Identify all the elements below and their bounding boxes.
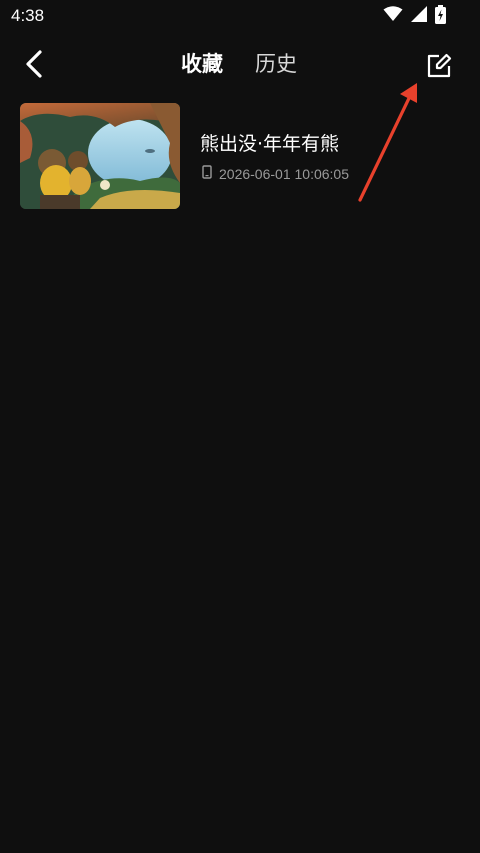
battery-charging-icon: [435, 4, 446, 28]
edit-button[interactable]: [426, 53, 452, 79]
signal-icon: [411, 6, 427, 26]
tab-favorites-label: 收藏: [181, 52, 223, 76]
video-thumbnail[interactable]: [20, 103, 180, 209]
tab-bar: 收藏 历史: [181, 50, 297, 79]
edit-icon: [426, 53, 452, 83]
favorites-screen: 4:38 收藏 历史 熊出没·年年有熊 2026-06-01 10:06:05: [0, 0, 480, 853]
header: 收藏 历史: [0, 40, 480, 92]
status-icons: [383, 4, 446, 28]
favorites-list: 熊出没·年年有熊 2026-06-01 10:06:05: [20, 103, 460, 209]
phone-icon: [202, 165, 212, 182]
tab-favorites[interactable]: 收藏: [181, 50, 223, 79]
item-title: 熊出没·年年有熊: [200, 133, 340, 155]
tab-history[interactable]: 历史: [255, 50, 297, 78]
item-meta: 2026-06-01 10:06:05: [202, 165, 349, 182]
chevron-left-icon: [24, 49, 44, 83]
list-item[interactable]: 熊出没·年年有熊 2026-06-01 10:06:05: [20, 103, 460, 209]
tab-history-label: 历史: [255, 52, 297, 76]
status-bar: 4:38: [0, 0, 480, 34]
wifi-icon: [383, 6, 403, 26]
status-time: 4:38: [11, 6, 45, 25]
item-timestamp: 2026-06-01 10:06:05: [219, 165, 349, 182]
back-button[interactable]: [18, 48, 50, 84]
